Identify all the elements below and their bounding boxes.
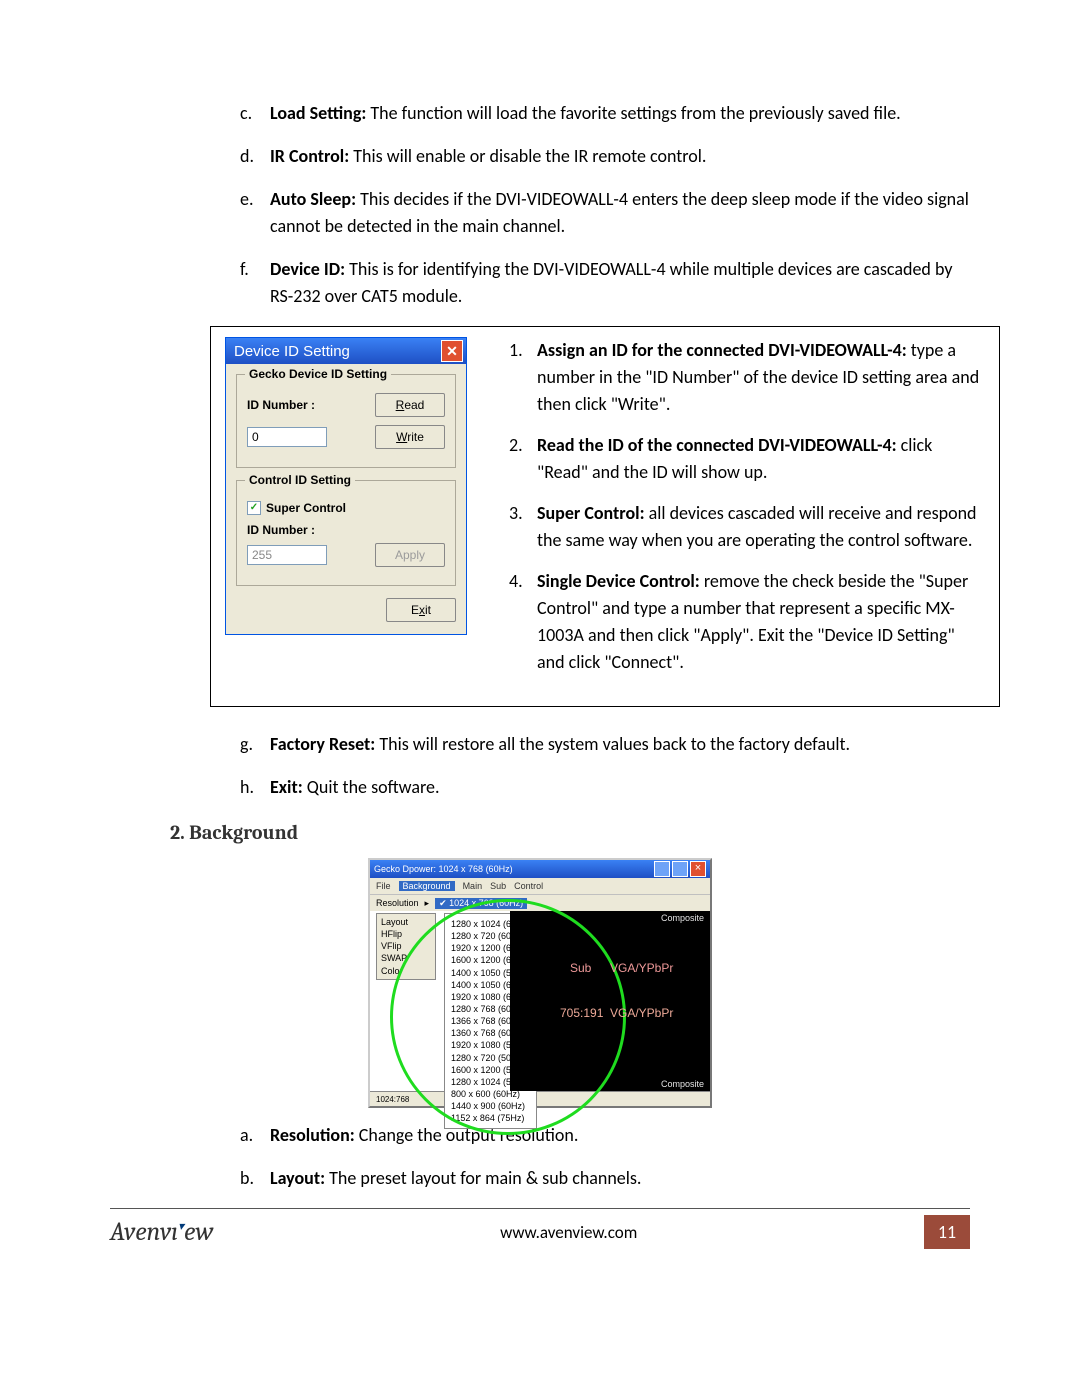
pos-type-label: VGA/YPbPr (610, 1006, 673, 1020)
menu-background[interactable]: Background (399, 881, 455, 891)
control-id-input (247, 545, 327, 565)
item-exit: h. Exit: Quit the software. (240, 774, 970, 801)
maximize-icon[interactable] (672, 861, 688, 877)
footer-url: www.avenview.com (500, 1222, 637, 1243)
control-id-number-label: ID Number : (247, 523, 445, 537)
menu-control[interactable]: Control (514, 881, 543, 891)
toolbar-resolution-selected[interactable]: ✔ 1024 x 768 (60Hz) (435, 898, 527, 909)
close-icon[interactable]: ✕ (441, 340, 463, 362)
list-background-a-b: a. Resolution: Change the output resolut… (240, 1122, 970, 1192)
step-assign-id: 1.Assign an ID for the connected DVI-VID… (509, 337, 985, 418)
list-settings-c-f: c. Load Setting: The function will load … (240, 100, 970, 310)
step-read-id: 2.Read the ID of the connected DVI-VIDEO… (509, 432, 985, 486)
sub-label: Sub (570, 961, 591, 975)
close-icon[interactable]: × (690, 861, 706, 877)
id-number-input[interactable] (247, 427, 327, 447)
menubar: File Background Main Sub Control (370, 878, 710, 894)
menu-file[interactable]: File (376, 881, 391, 891)
step-single-device: 4.Single Device Control: remove the chec… (509, 568, 985, 676)
window-controls: × (654, 861, 706, 877)
page-footer: Avenvı▾ew www.avenview.com 11 (110, 1215, 970, 1249)
pos-label: 705:191 (560, 1006, 603, 1020)
toolbar-resolution-label[interactable]: Resolution (376, 898, 419, 908)
device-id-steps: 1.Assign an ID for the connected DVI-VID… (509, 337, 985, 676)
menu-main[interactable]: Main (463, 881, 483, 891)
background-dropdown[interactable]: Layout HFlip VFlip SWAP Color (376, 913, 436, 980)
status-bar: 1024:768 (370, 1091, 710, 1106)
list-settings-g-h: g. Factory Reset: This will restore all … (240, 731, 970, 801)
apply-button: Apply (375, 543, 445, 567)
group-control-id: Control ID Setting ✓ Super Control ID Nu… (236, 480, 456, 586)
item-resolution: a. Resolution: Change the output resolut… (240, 1122, 970, 1149)
item-auto-sleep: e. Auto Sleep: This decides if the DVI-V… (240, 186, 970, 240)
canvas-top-right-label: Composite (661, 913, 704, 923)
footer-divider (110, 1208, 970, 1209)
menu-sub[interactable]: Sub (490, 881, 506, 891)
gecko-title: Gecko Dpower: 1024 x 768 (60Hz) (374, 864, 513, 874)
id-number-label: ID Number : (247, 398, 315, 412)
item-load-setting: c. Load Setting: The function will load … (240, 100, 970, 127)
avenview-logo: Avenvı▾ew (110, 1217, 213, 1247)
step-super-control: 3.Super Control: all devices cascaded wi… (509, 500, 985, 554)
canvas-bottom-right-label: Composite (661, 1079, 704, 1089)
page-number: 11 (924, 1215, 970, 1249)
read-button[interactable]: Read (375, 393, 445, 417)
minimize-icon[interactable] (654, 861, 670, 877)
item-device-id: f. Device ID: This is for identifying th… (240, 256, 970, 310)
exit-button[interactable]: Exit (386, 598, 456, 622)
check-icon: ✓ (247, 501, 261, 515)
item-layout: b. Layout: The preset layout for main & … (240, 1165, 970, 1192)
group-gecko-id: Gecko Device ID Setting ID Number : Read… (236, 374, 456, 468)
sub-type-label: VGA/YPbPr (610, 961, 673, 975)
item-ir-control: d. IR Control: This will enable or disab… (240, 143, 970, 170)
heading-background: 2. Background (170, 821, 970, 844)
dialog-title: Device ID Setting (234, 343, 350, 360)
gecko-window-screenshot: Gecko Dpower: 1024 x 768 (60Hz) × File B… (368, 858, 712, 1108)
super-control-checkbox[interactable]: ✓ Super Control (247, 501, 346, 515)
toolbar: Resolution ▸ ✔ 1024 x 768 (60Hz) (370, 894, 710, 911)
write-button[interactable]: Write (375, 425, 445, 449)
device-id-callout-box: Device ID Setting ✕ Gecko Device ID Sett… (210, 326, 1000, 707)
item-factory-reset: g. Factory Reset: This will restore all … (240, 731, 970, 758)
preview-canvas: Composite Composite Sub VGA/YPbPr 705:19… (510, 911, 710, 1091)
device-id-dialog: Device ID Setting ✕ Gecko Device ID Sett… (225, 337, 467, 635)
